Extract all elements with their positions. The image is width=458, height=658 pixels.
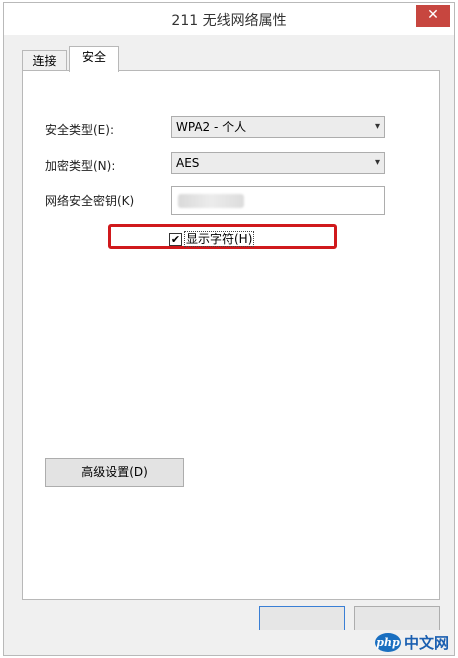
- title-bar[interactable]: 211 无线网络属性 ✕: [4, 3, 454, 35]
- network-key-input[interactable]: [171, 186, 385, 215]
- tab-security[interactable]: 安全: [69, 46, 119, 72]
- show-characters-option[interactable]: ✔ 显示字符(H): [169, 231, 255, 247]
- network-key-label: 网络安全密钥(K): [45, 194, 135, 208]
- close-button[interactable]: ✕: [416, 5, 450, 27]
- properties-window: 211 无线网络属性 ✕ 连接 安全 安全类型(E): WPA2 - 个人 ▾ …: [3, 2, 455, 656]
- masked-key-text: [178, 194, 244, 208]
- checkmark-icon: ✔: [170, 232, 181, 246]
- security-type-select[interactable]: WPA2 - 个人 ▾: [171, 116, 385, 138]
- php-logo-icon: php: [375, 632, 401, 652]
- security-type-label: 安全类型(E):: [45, 123, 114, 137]
- watermark: php 中文网: [375, 630, 455, 654]
- encryption-type-select[interactable]: AES ▾: [171, 152, 385, 174]
- chevron-down-icon: ▾: [374, 157, 380, 168]
- close-icon: ✕: [427, 7, 439, 23]
- chevron-down-icon: ▾: [374, 121, 380, 132]
- security-type-value: WPA2 - 个人: [176, 120, 247, 134]
- watermark-text: 中文网: [404, 633, 450, 652]
- tab-connection[interactable]: 连接: [22, 50, 67, 72]
- cancel-button[interactable]: [354, 606, 440, 630]
- window-title: 211 无线网络属性: [171, 13, 287, 29]
- encryption-type-value: AES: [176, 156, 200, 170]
- security-panel: 安全类型(E): WPA2 - 个人 ▾ 加密类型(N): AES ▾ 网络安全…: [22, 70, 440, 600]
- show-characters-checkbox[interactable]: ✔: [169, 232, 182, 246]
- show-characters-label[interactable]: 显示字符(H): [184, 231, 255, 247]
- ok-button[interactable]: [259, 606, 345, 630]
- advanced-settings-button[interactable]: 高级设置(D): [45, 458, 184, 487]
- encryption-type-label: 加密类型(N):: [45, 159, 116, 173]
